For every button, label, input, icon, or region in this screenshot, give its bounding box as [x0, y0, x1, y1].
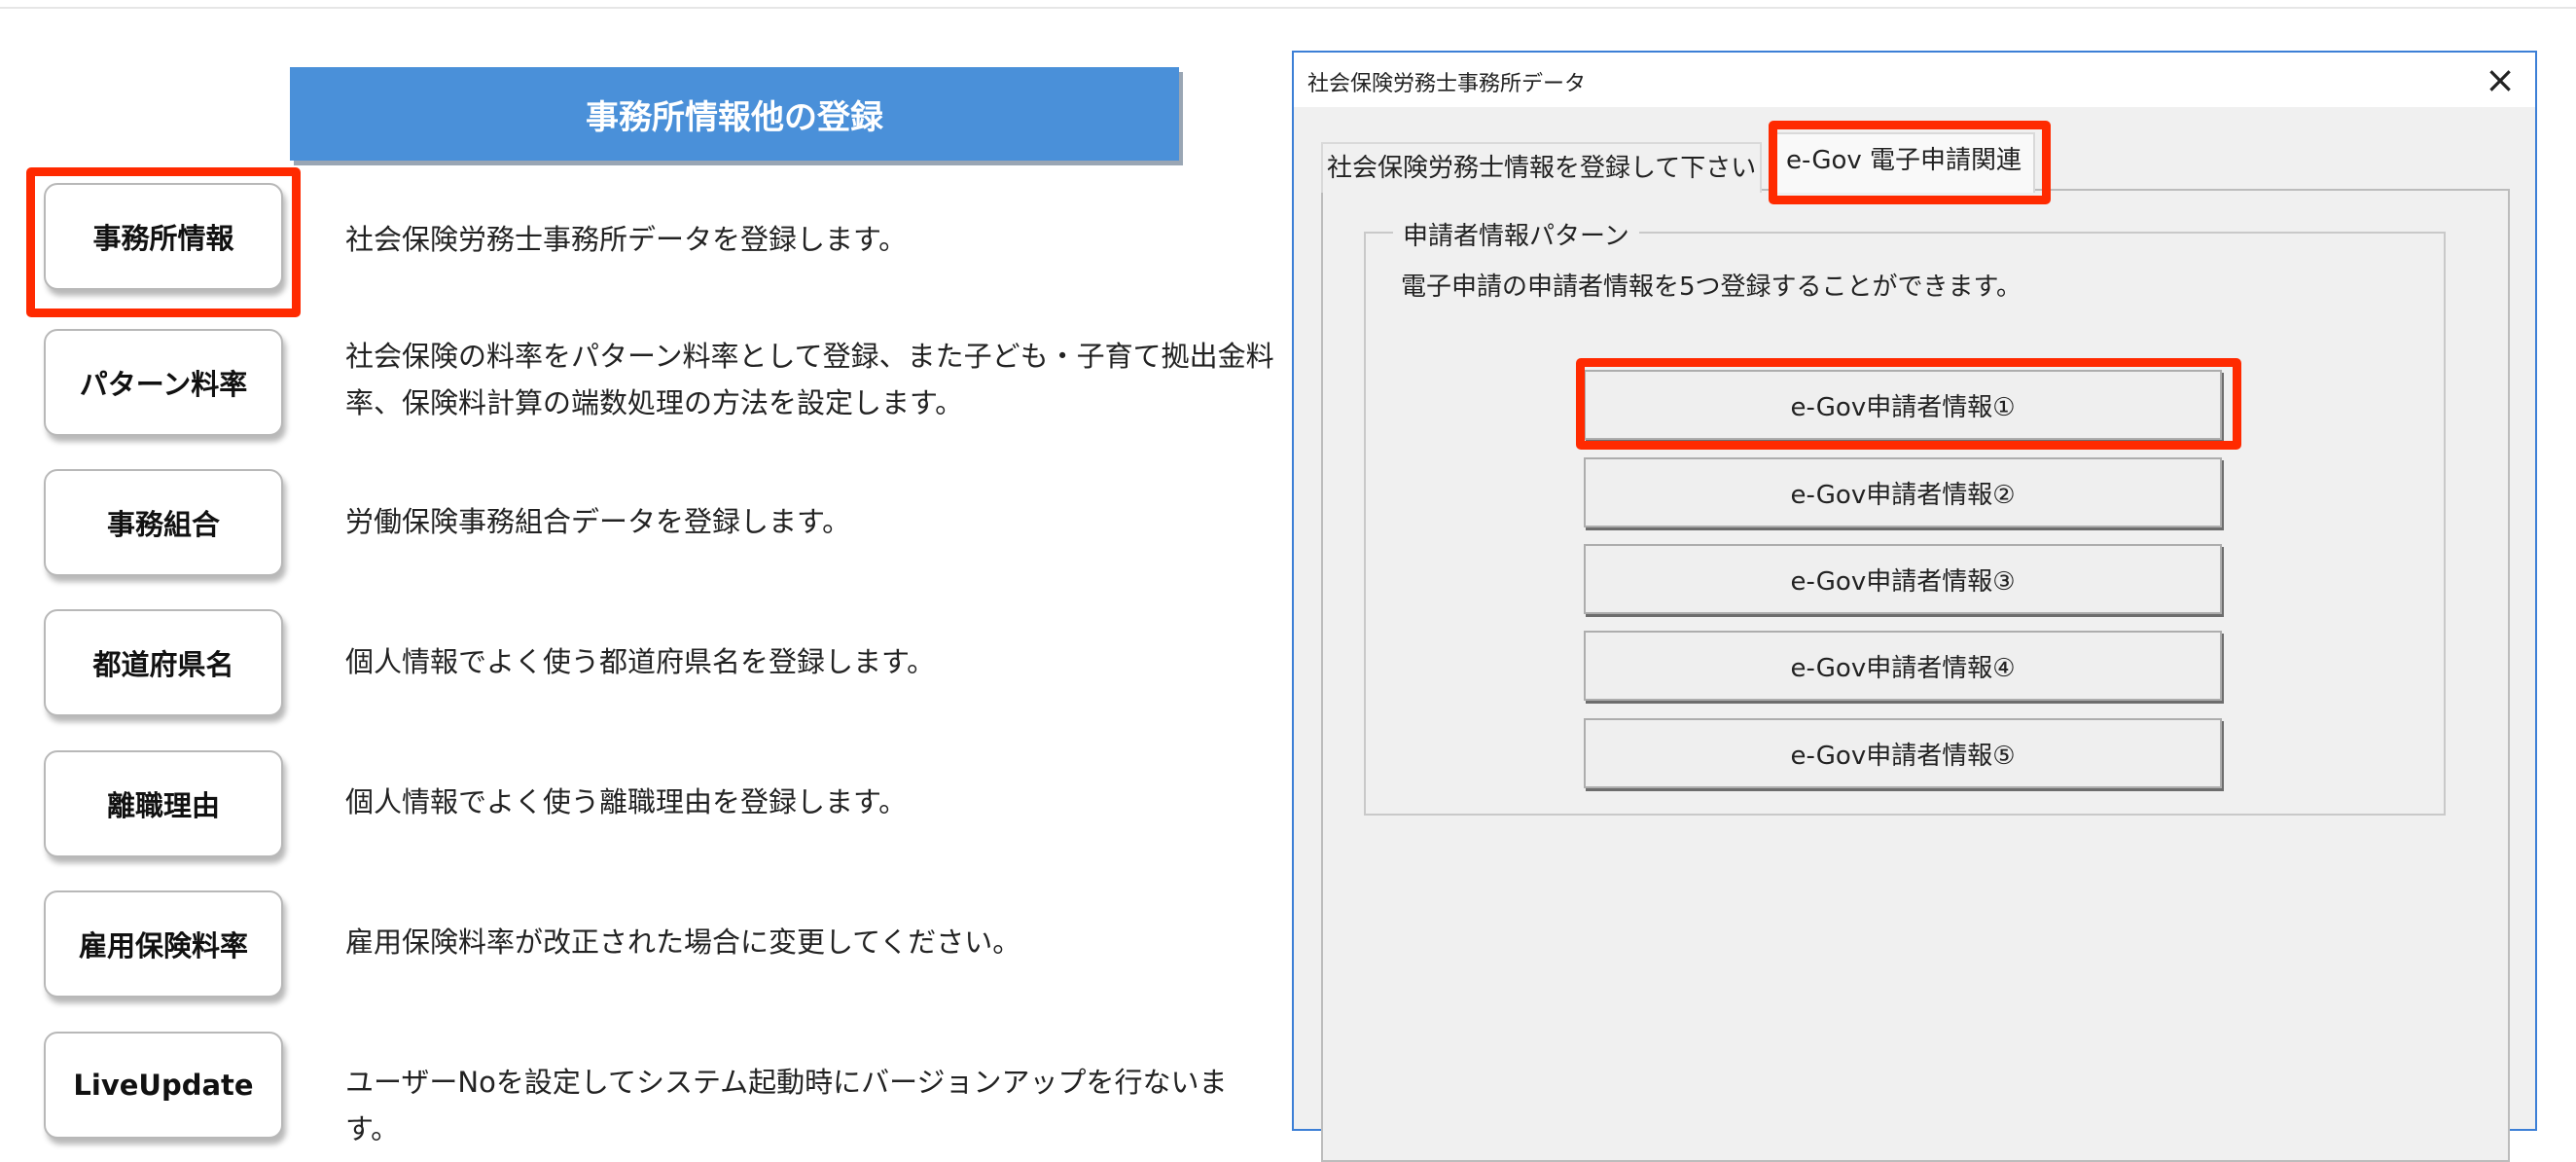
egov-applicant-3-button[interactable]: e-Gov申請者情報③: [1584, 544, 2222, 614]
page-title: 事務所情報他の登録: [290, 67, 1179, 161]
group-legend: 申請者情報パターン: [1393, 216, 1639, 252]
office-info-desc: 社会保険労務士事務所データを登録します。: [345, 223, 908, 256]
group-description: 電子申請の申請者情報を5つ登録することができます。: [1401, 272, 2021, 302]
office-data-dialog: 社会保険労務士事務所データ × 社会保険労務士情報を登録して下さい e-Gov …: [1292, 51, 2537, 1162]
egov-applicant-2-button[interactable]: e-Gov申請者情報②: [1584, 457, 2222, 527]
prefecture-desc: 個人情報でよく使う都道府県名を登録します。: [345, 645, 936, 678]
egov-applicant-5-button[interactable]: e-Gov申請者情報⑤: [1584, 718, 2222, 788]
highlight-egov-applicant-1: [1576, 358, 2241, 450]
liveupdate-button[interactable]: LiveUpdate: [44, 1032, 283, 1139]
highlight-office-info: [26, 167, 301, 317]
labor-union-button[interactable]: 事務組合: [44, 469, 283, 576]
prefecture-button[interactable]: 都道府県名: [44, 609, 283, 716]
employment-insurance-rate-desc: 雇用保険料率が改正された場合に変更してください。: [345, 926, 1021, 959]
liveupdate-desc: ユーザーNoを設定してシステム起動時にバージョンアップを行ないます。: [345, 1066, 1228, 1145]
dialog-titlebar: 社会保険労務士事務所データ ×: [1294, 53, 2535, 107]
top-divider: [0, 7, 2576, 9]
highlight-egov-tab: [1769, 121, 2051, 204]
resignation-reason-desc: 個人情報でよく使う離職理由を登録します。: [345, 785, 908, 818]
pattern-rate-desc: 社会保険の料率をパターン料率として登録、また子ども・子育て拠出金料率、保険料計算…: [345, 340, 1274, 419]
labor-union-desc: 労働保険事務組合データを登録します。: [345, 505, 851, 538]
tab-sharoushi-info[interactable]: 社会保険労務士情報を登録して下さい: [1321, 142, 1763, 193]
dialog-title: 社会保険労務士事務所データ: [1307, 72, 1587, 96]
close-icon[interactable]: ×: [2485, 58, 2516, 101]
pattern-rate-button[interactable]: パターン料率: [44, 329, 283, 436]
resignation-reason-button[interactable]: 離職理由: [44, 750, 283, 857]
employment-insurance-rate-button[interactable]: 雇用保険料率: [44, 890, 283, 998]
egov-applicant-4-button[interactable]: e-Gov申請者情報④: [1584, 631, 2222, 701]
